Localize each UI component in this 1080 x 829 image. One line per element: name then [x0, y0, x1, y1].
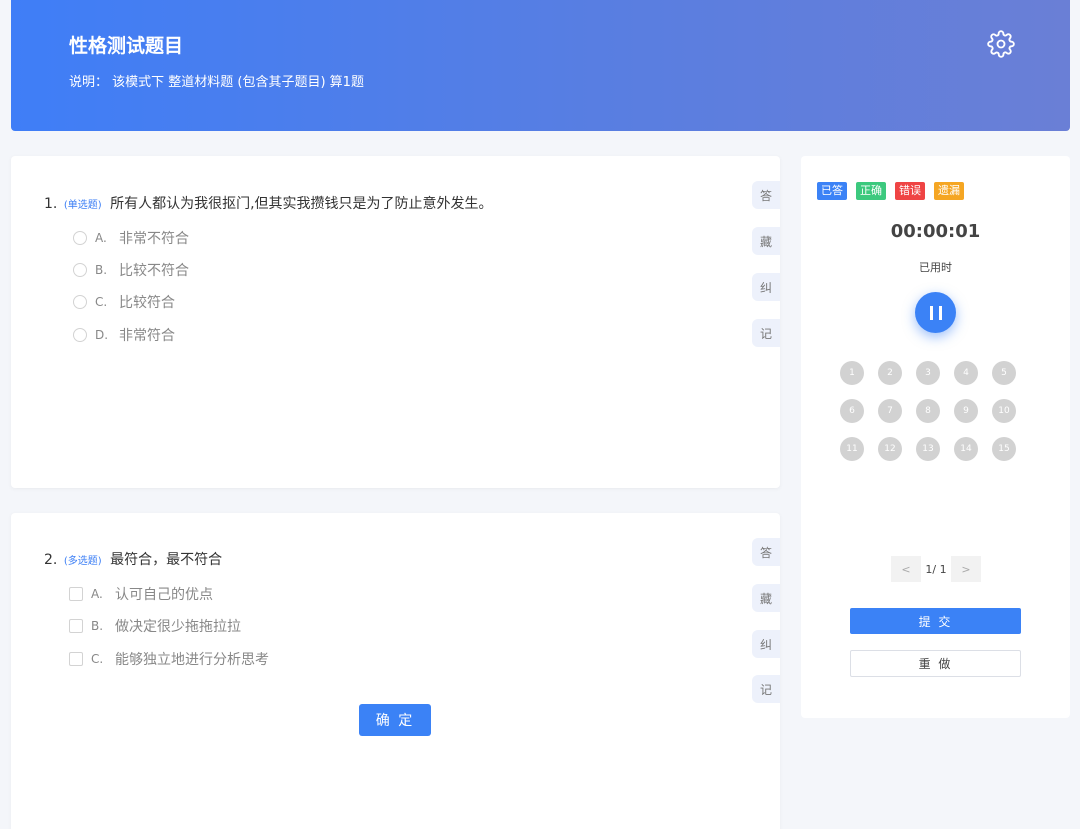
radio-button[interactable]: [73, 295, 87, 309]
option-letter: C.: [91, 652, 104, 666]
checkbox[interactable]: [69, 652, 83, 666]
prev-page-button[interactable]: <: [891, 556, 921, 582]
question-number-dot[interactable]: 11: [840, 437, 864, 461]
question-number: 1.: [44, 196, 58, 212]
option-label: 比较符合: [119, 295, 175, 311]
question-card-2: 2. (多选题) 最符合，最不符合 A. 认可自己的优点 B. 做决定很少拖拖拉…: [11, 513, 780, 829]
question-number-dot[interactable]: 12: [878, 437, 902, 461]
option-c[interactable]: C. 比较符合: [73, 292, 175, 312]
question-title: 2. (多选题) 最符合，最不符合: [44, 549, 222, 569]
option-a[interactable]: A. 认可自己的优点: [69, 584, 213, 604]
question-number-dot[interactable]: 2: [878, 361, 902, 385]
option-label: 比较不符合: [119, 263, 189, 279]
option-a[interactable]: A. 非常不符合: [73, 228, 189, 248]
option-letter: B.: [95, 263, 108, 277]
timer-label: 已用时: [919, 261, 952, 274]
question-text: 所有人都认为我很抠门,但其实我攒钱只是为了防止意外发生。: [110, 196, 493, 212]
next-page-button[interactable]: >: [951, 556, 981, 582]
pagination: < 1/ 1 >: [891, 556, 981, 582]
question-number-dot[interactable]: 1: [840, 361, 864, 385]
option-letter: C.: [95, 295, 108, 309]
answer-sheet-panel: 已答 正确 错误 遗漏 00:00:01 已用时 1 2 3 4 5 6 7 8…: [801, 156, 1070, 718]
question-number-dot[interactable]: 15: [992, 437, 1016, 461]
checkbox[interactable]: [69, 587, 83, 601]
question-type-tag: (多选题): [63, 556, 102, 567]
question-number-dot[interactable]: 14: [954, 437, 978, 461]
option-d[interactable]: D. 非常符合: [73, 325, 175, 345]
legend-wrong: 错误: [895, 182, 925, 200]
option-label: 非常符合: [119, 328, 175, 344]
question-text: 最符合，最不符合: [110, 552, 223, 568]
option-b[interactable]: B. 做决定很少拖拖拉拉: [69, 616, 241, 636]
option-b[interactable]: B. 比较不符合: [73, 260, 189, 280]
question-type-tag: (单选题): [63, 200, 102, 211]
question-title: 1. (单选题) 所有人都认为我很抠门,但其实我攒钱只是为了防止意外发生。: [44, 193, 493, 213]
question-number-dot[interactable]: 3: [916, 361, 940, 385]
question-number-dot[interactable]: 5: [992, 361, 1016, 385]
pause-icon: [938, 305, 942, 320]
page-header: 性格测试题目 说明： 该模式下 整道材料题 (包含其子题目) 算1题: [11, 0, 1070, 131]
option-letter: A.: [91, 587, 103, 601]
radio-button[interactable]: [73, 231, 87, 245]
page-indicator: 1/ 1: [925, 562, 947, 576]
answer-button[interactable]: 答: [752, 181, 780, 209]
option-label: 认可自己的优点: [115, 587, 213, 603]
legend-correct: 正确: [856, 182, 886, 200]
report-error-button[interactable]: 纠: [752, 273, 780, 301]
radio-button[interactable]: [73, 263, 87, 277]
option-c[interactable]: C. 能够独立地进行分析思考: [69, 649, 269, 669]
gear-icon[interactable]: [987, 30, 1015, 58]
checkbox[interactable]: [69, 619, 83, 633]
timer-display: 00:00:01: [890, 221, 981, 242]
question-number-dot[interactable]: 8: [916, 399, 940, 423]
question-card-1: 1. (单选题) 所有人都认为我很抠门,但其实我攒钱只是为了防止意外发生。 A.…: [11, 156, 780, 488]
question-number-dot[interactable]: 10: [992, 399, 1016, 423]
redo-button[interactable]: 重 做: [850, 650, 1021, 677]
pause-button[interactable]: [915, 292, 956, 333]
option-label: 能够独立地进行分析思考: [115, 652, 269, 668]
page-description: 说明： 该模式下 整道材料题 (包含其子题目) 算1题: [69, 75, 364, 90]
option-letter: A.: [95, 231, 107, 245]
note-button[interactable]: 记: [752, 319, 780, 347]
question-number-dot[interactable]: 13: [916, 437, 940, 461]
legend-missed: 遗漏: [934, 182, 964, 200]
page-title: 性格测试题目: [69, 35, 184, 57]
confirm-button[interactable]: 确 定: [359, 704, 431, 736]
option-label: 非常不符合: [119, 231, 189, 247]
status-legend: 已答 正确 错误 遗漏: [817, 182, 973, 200]
note-button[interactable]: 记: [752, 675, 780, 703]
question-number: 2.: [44, 552, 58, 568]
favorite-button[interactable]: 藏: [752, 227, 780, 255]
question-number-dot[interactable]: 9: [954, 399, 978, 423]
answer-button[interactable]: 答: [752, 538, 780, 566]
report-error-button[interactable]: 纠: [752, 630, 780, 658]
question-number-dot[interactable]: 4: [954, 361, 978, 385]
submit-button[interactable]: 提 交: [850, 608, 1021, 634]
question-number-dot[interactable]: 6: [840, 399, 864, 423]
option-letter: D.: [95, 328, 109, 342]
legend-answered: 已答: [817, 182, 847, 200]
pause-icon: [929, 305, 933, 320]
radio-button[interactable]: [73, 328, 87, 342]
option-letter: B.: [91, 619, 104, 633]
question-number-dot[interactable]: 7: [878, 399, 902, 423]
option-label: 做决定很少拖拖拉拉: [115, 619, 241, 635]
favorite-button[interactable]: 藏: [752, 584, 780, 612]
